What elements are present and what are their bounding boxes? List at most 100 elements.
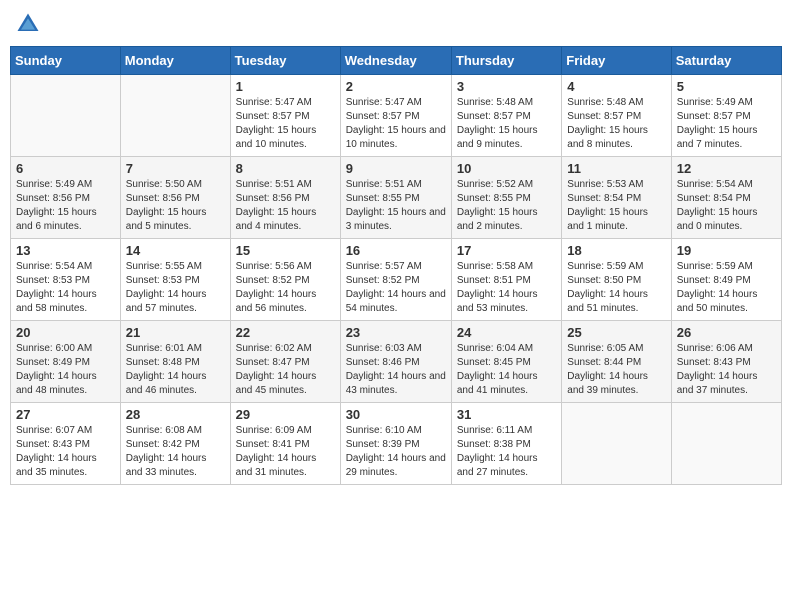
day-info: Sunrise: 5:49 AMSunset: 8:56 PMDaylight:… [16, 178, 115, 234]
day-number: 21 [126, 325, 225, 340]
day-info: Sunrise: 5:49 AMSunset: 8:57 PMDaylight:… [677, 96, 776, 152]
calendar-day-cell: 10 Sunrise: 5:52 AMSunset: 8:55 PMDayligh… [451, 157, 561, 239]
calendar-day-cell: 1 Sunrise: 5:47 AMSunset: 8:57 PMDaylight… [230, 75, 340, 157]
day-info: Sunrise: 6:04 AMSunset: 8:45 PMDaylight:… [457, 342, 556, 398]
calendar-day-cell: 14 Sunrise: 5:55 AMSunset: 8:53 PMDayligh… [120, 239, 230, 321]
calendar-day-cell: 17 Sunrise: 5:58 AMSunset: 8:51 PMDayligh… [451, 239, 561, 321]
calendar-day-cell: 8 Sunrise: 5:51 AMSunset: 8:56 PMDaylight… [230, 157, 340, 239]
day-number: 1 [236, 79, 335, 94]
day-info: Sunrise: 5:51 AMSunset: 8:55 PMDaylight:… [346, 178, 446, 234]
day-number: 14 [126, 243, 225, 258]
calendar-day-cell: 2 Sunrise: 5:47 AMSunset: 8:57 PMDaylight… [340, 75, 451, 157]
calendar-week-row: 20 Sunrise: 6:00 AMSunset: 8:49 PMDayligh… [11, 321, 782, 403]
day-number: 5 [677, 79, 776, 94]
calendar-day-cell: 11Sunrise: 5:53 AMSunset: 8:54 PMDayligh… [562, 157, 671, 239]
day-info: Sunrise: 6:05 AMSunset: 8:44 PMDaylight:… [567, 342, 665, 398]
day-number: 19 [677, 243, 776, 258]
day-info: Sunrise: 5:59 AMSunset: 8:50 PMDaylight:… [567, 260, 665, 316]
day-number: 16 [346, 243, 446, 258]
day-number: 2 [346, 79, 446, 94]
calendar-day-cell: 26 Sunrise: 6:06 AMSunset: 8:43 PMDayligh… [671, 321, 781, 403]
calendar-day-cell: 19 Sunrise: 5:59 AMSunset: 8:49 PMDayligh… [671, 239, 781, 321]
weekday-header-monday: Monday [120, 47, 230, 75]
day-info: Sunrise: 6:01 AMSunset: 8:48 PMDaylight:… [126, 342, 225, 398]
day-number: 7 [126, 161, 225, 176]
weekday-header-tuesday: Tuesday [230, 47, 340, 75]
day-info: Sunrise: 5:55 AMSunset: 8:53 PMDaylight:… [126, 260, 225, 316]
day-info: Sunrise: 5:51 AMSunset: 8:56 PMDaylight:… [236, 178, 335, 234]
calendar-week-row: 1 Sunrise: 5:47 AMSunset: 8:57 PMDaylight… [11, 75, 782, 157]
day-number: 26 [677, 325, 776, 340]
calendar-day-cell: 15Sunrise: 5:56 AMSunset: 8:52 PMDayligh… [230, 239, 340, 321]
calendar-day-cell: 30 Sunrise: 6:10 AMSunset: 8:39 PMDayligh… [340, 403, 451, 485]
day-info: Sunrise: 6:11 AMSunset: 8:38 PMDaylight:… [457, 424, 556, 480]
day-info: Sunrise: 5:57 AMSunset: 8:52 PMDaylight:… [346, 260, 446, 316]
calendar-day-cell: 6 Sunrise: 5:49 AMSunset: 8:56 PMDaylight… [11, 157, 121, 239]
day-info: Sunrise: 6:10 AMSunset: 8:39 PMDaylight:… [346, 424, 446, 480]
day-number: 30 [346, 407, 446, 422]
calendar-day-cell: 16 Sunrise: 5:57 AMSunset: 8:52 PMDayligh… [340, 239, 451, 321]
day-number: 17 [457, 243, 556, 258]
day-info: Sunrise: 5:47 AMSunset: 8:57 PMDaylight:… [236, 96, 335, 152]
day-number: 9 [346, 161, 446, 176]
calendar-day-cell: 22 Sunrise: 6:02 AMSunset: 8:47 PMDayligh… [230, 321, 340, 403]
day-info: Sunrise: 6:07 AMSunset: 8:43 PMDaylight:… [16, 424, 115, 480]
calendar-day-cell: 28 Sunrise: 6:08 AMSunset: 8:42 PMDayligh… [120, 403, 230, 485]
day-number: 28 [126, 407, 225, 422]
calendar-day-cell [120, 75, 230, 157]
day-number: 23 [346, 325, 446, 340]
day-number: 31 [457, 407, 556, 422]
logo-icon [14, 10, 42, 38]
day-info: Sunrise: 5:54 AMSunset: 8:54 PMDaylight:… [677, 178, 776, 234]
day-info: Sunrise: 6:02 AMSunset: 8:47 PMDaylight:… [236, 342, 335, 398]
day-info: Sunrise: 5:50 AMSunset: 8:56 PMDaylight:… [126, 178, 225, 234]
weekday-header-friday: Friday [562, 47, 671, 75]
calendar-day-cell: 20 Sunrise: 6:00 AMSunset: 8:49 PMDayligh… [11, 321, 121, 403]
day-info: Sunrise: 5:48 AMSunset: 8:57 PMDaylight:… [457, 96, 556, 152]
day-number: 10 [457, 161, 556, 176]
day-info: Sunrise: 5:47 AMSunset: 8:57 PMDaylight:… [346, 96, 446, 152]
day-info: Sunrise: 6:08 AMSunset: 8:42 PMDaylight:… [126, 424, 225, 480]
day-info: Sunrise: 5:58 AMSunset: 8:51 PMDaylight:… [457, 260, 556, 316]
calendar-day-cell: 24 Sunrise: 6:04 AMSunset: 8:45 PMDayligh… [451, 321, 561, 403]
day-number: 29 [236, 407, 335, 422]
calendar-day-cell: 25 Sunrise: 6:05 AMSunset: 8:44 PMDayligh… [562, 321, 671, 403]
day-info: Sunrise: 6:09 AMSunset: 8:41 PMDaylight:… [236, 424, 335, 480]
day-info: Sunrise: 5:54 AMSunset: 8:53 PMDaylight:… [16, 260, 115, 316]
calendar-day-cell: 12Sunrise: 5:54 AMSunset: 8:54 PMDayligh… [671, 157, 781, 239]
calendar-day-cell: 9 Sunrise: 5:51 AMSunset: 8:55 PMDaylight… [340, 157, 451, 239]
calendar-day-cell: 31 Sunrise: 6:11 AMSunset: 8:38 PMDayligh… [451, 403, 561, 485]
page-header [10, 10, 782, 38]
day-number: 8 [236, 161, 335, 176]
calendar-day-cell: 5 Sunrise: 5:49 AMSunset: 8:57 PMDaylight… [671, 75, 781, 157]
calendar-week-row: 27 Sunrise: 6:07 AMSunset: 8:43 PMDayligh… [11, 403, 782, 485]
calendar-day-cell: 29 Sunrise: 6:09 AMSunset: 8:41 PMDayligh… [230, 403, 340, 485]
calendar-day-cell [11, 75, 121, 157]
day-number: 3 [457, 79, 556, 94]
day-info: Sunrise: 5:59 AMSunset: 8:49 PMDaylight:… [677, 260, 776, 316]
calendar-day-cell: 23Sunrise: 6:03 AMSunset: 8:46 PMDayligh… [340, 321, 451, 403]
day-number: 18 [567, 243, 665, 258]
day-number: 20 [16, 325, 115, 340]
day-number: 6 [16, 161, 115, 176]
weekday-header-thursday: Thursday [451, 47, 561, 75]
day-info: Sunrise: 5:48 AMSunset: 8:57 PMDaylight:… [567, 96, 665, 152]
calendar-week-row: 13Sunrise: 5:54 AMSunset: 8:53 PMDayligh… [11, 239, 782, 321]
calendar-day-cell: 21 Sunrise: 6:01 AMSunset: 8:48 PMDayligh… [120, 321, 230, 403]
day-info: Sunrise: 5:53 AMSunset: 8:54 PMDaylight:… [567, 178, 665, 234]
calendar-day-cell: 13Sunrise: 5:54 AMSunset: 8:53 PMDayligh… [11, 239, 121, 321]
day-info: Sunrise: 6:00 AMSunset: 8:49 PMDaylight:… [16, 342, 115, 398]
calendar-day-cell: 4Sunrise: 5:48 AMSunset: 8:57 PMDaylight… [562, 75, 671, 157]
day-info: Sunrise: 5:56 AMSunset: 8:52 PMDaylight:… [236, 260, 335, 316]
calendar-day-cell [562, 403, 671, 485]
day-info: Sunrise: 6:06 AMSunset: 8:43 PMDaylight:… [677, 342, 776, 398]
day-number: 22 [236, 325, 335, 340]
day-number: 24 [457, 325, 556, 340]
weekday-header-sunday: Sunday [11, 47, 121, 75]
calendar-week-row: 6 Sunrise: 5:49 AMSunset: 8:56 PMDaylight… [11, 157, 782, 239]
calendar-table: SundayMondayTuesdayWednesdayThursdayFrid… [10, 46, 782, 485]
day-number: 27 [16, 407, 115, 422]
day-info: Sunrise: 5:52 AMSunset: 8:55 PMDaylight:… [457, 178, 556, 234]
day-number: 25 [567, 325, 665, 340]
calendar-day-cell: 27 Sunrise: 6:07 AMSunset: 8:43 PMDayligh… [11, 403, 121, 485]
